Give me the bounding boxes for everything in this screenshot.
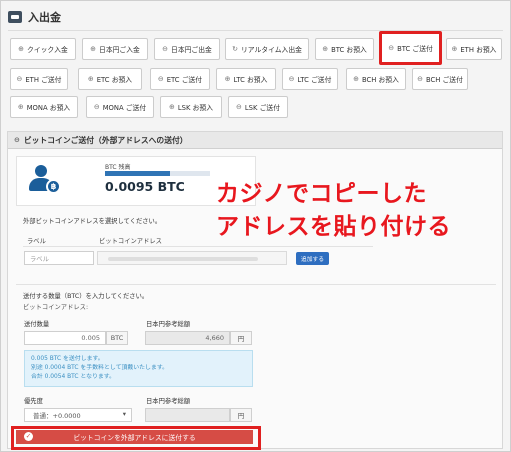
address-input[interactable] xyxy=(97,251,287,265)
jpy-unit: 円 xyxy=(230,331,252,345)
info-line-2: 別途 0.0004 BTC を手数料として頂戴いたします。 xyxy=(31,365,169,371)
tab-btc-send[interactable]: ⊖ BTC ご送付 xyxy=(379,31,442,65)
priority-label: 優先度 xyxy=(24,398,43,405)
balance-label: BTC 残高 xyxy=(105,164,131,171)
address-heading: 外部ビットコインアドレスを選択してください。 xyxy=(23,218,162,225)
priority-jpy-amount xyxy=(145,408,230,422)
tab-quick-deposit[interactable]: ⊕ クイック入金 xyxy=(10,38,76,60)
divider xyxy=(16,284,496,285)
deposit-icon: ⊕ xyxy=(18,45,25,53)
tab-mona-send[interactable]: ⊖ MONA ご送付 xyxy=(86,96,154,118)
priority-select[interactable]: 普通：+0.0000 ▾ xyxy=(24,408,132,422)
add-address-button[interactable]: 追加する xyxy=(296,252,329,265)
priority-selected: 普通：+0.0000 xyxy=(33,412,81,420)
qty-input[interactable]: 0.005 xyxy=(24,331,106,345)
send-icon: ⊖ xyxy=(16,75,23,83)
info-line-3: 合計 0.0054 BTC となります。 xyxy=(31,374,115,380)
label-input[interactable]: ラベル xyxy=(24,251,94,265)
tab-bch-deposit[interactable]: ⊕ BCH お預入 xyxy=(346,68,406,90)
tab-eth-send[interactable]: ⊖ ETH ご送付 xyxy=(10,68,68,90)
bitcoin-user-icon: ฿ xyxy=(29,165,63,195)
col-label: ラベル xyxy=(27,238,46,245)
divider xyxy=(23,246,373,247)
panel-header: ⊖ ビットコインご送付（外部アドレスへの送付） xyxy=(8,132,502,149)
amount-sub: ビットコインアドレス: xyxy=(23,304,89,311)
tab-ltc-deposit[interactable]: ⊕ LTC お預入 xyxy=(216,68,276,90)
deposit-icon: ⊕ xyxy=(353,75,359,83)
chevron-down-icon: ▾ xyxy=(122,410,126,418)
tab-lsk-deposit[interactable]: ⊕ LSK お預入 xyxy=(160,96,222,118)
deposit-icon: ⊕ xyxy=(224,75,231,83)
balance-value: 0.0095 BTC xyxy=(105,179,185,194)
send-icon: ⊖ xyxy=(14,136,20,144)
tab-bch-send[interactable]: ⊖ BCH ご送付 xyxy=(412,68,468,90)
submit-label: ビットコインを外部アドレスに送付する xyxy=(73,434,196,442)
info-line-1: 0.005 BTC を送付します。 xyxy=(31,356,104,362)
jpy-label: 日本円参考総額 xyxy=(146,321,191,328)
qty-unit: BTC xyxy=(106,331,128,345)
fee-info-box: 0.005 BTC を送付します。 別途 0.0004 BTC を手数料として頂… xyxy=(24,350,253,387)
send-icon: ⊖ xyxy=(388,44,395,52)
submit-button[interactable]: ✓ ビットコインを外部アドレスに送付する xyxy=(16,430,253,444)
tab-eth-deposit[interactable]: ⊕ ETH お預入 xyxy=(446,38,502,60)
deposit-icon: ⊕ xyxy=(90,45,97,53)
check-icon: ✓ xyxy=(24,432,33,441)
tab-realtime[interactable]: ↻ リアルタイム入出金 xyxy=(225,38,309,60)
tab-ltc-send[interactable]: ⊖ LTC ご送付 xyxy=(282,68,338,90)
balance-bar-fill xyxy=(105,171,171,176)
amount-heading: 送付する数量（BTC）を入力してください。 xyxy=(23,293,149,300)
tab-etc-deposit[interactable]: ⊕ ETC お預入 xyxy=(78,68,142,90)
priority-jpy-unit: 円 xyxy=(230,408,252,422)
qty-label: 送付数量 xyxy=(24,321,50,328)
tab-mona-deposit[interactable]: ⊕ MONA お預入 xyxy=(10,96,78,118)
annotation-line-1: カジノでコピーした xyxy=(216,181,428,207)
deposit-icon: ⊕ xyxy=(322,45,329,53)
balance-bar xyxy=(105,171,210,176)
send-icon: ⊖ xyxy=(93,103,100,111)
tab-lsk-send[interactable]: ⊖ LSK ご送付 xyxy=(228,96,288,118)
tab-jpy-withdraw[interactable]: ⊖ 日本円ご出金 xyxy=(154,38,220,60)
send-icon: ⊖ xyxy=(417,75,423,83)
priority-jpy-label: 日本円参考総額 xyxy=(146,398,191,405)
page-header: 入出金 xyxy=(8,6,61,28)
panel-title: ビットコインご送付（外部アドレスへの送付） xyxy=(23,135,188,145)
page-title: 入出金 xyxy=(28,11,61,24)
wallet-icon xyxy=(8,11,22,23)
deposit-icon: ⊕ xyxy=(451,45,458,53)
annotation-overlay: カジノでコピーした アドレスを貼り付ける xyxy=(216,178,451,244)
withdraw-icon: ⊖ xyxy=(162,45,169,53)
tab-etc-send[interactable]: ⊖ ETC ご送付 xyxy=(150,68,210,90)
annotation-line-2: アドレスを貼り付ける xyxy=(216,214,451,240)
tab-jpy-deposit[interactable]: ⊕ 日本円ご入金 xyxy=(82,38,148,60)
tab-btc-deposit[interactable]: ⊕ BTC お預入 xyxy=(315,38,374,60)
col-address: ビットコインアドレス xyxy=(99,238,162,245)
send-icon: ⊖ xyxy=(236,103,242,111)
jpy-amount: 4,660 xyxy=(145,331,230,345)
deposit-icon: ⊕ xyxy=(17,103,24,111)
send-icon: ⊖ xyxy=(288,75,295,83)
deposit-icon: ⊕ xyxy=(169,103,175,111)
deposit-icon: ⊕ xyxy=(87,75,94,83)
realtime-icon: ↻ xyxy=(232,45,238,53)
send-icon: ⊖ xyxy=(157,75,164,83)
